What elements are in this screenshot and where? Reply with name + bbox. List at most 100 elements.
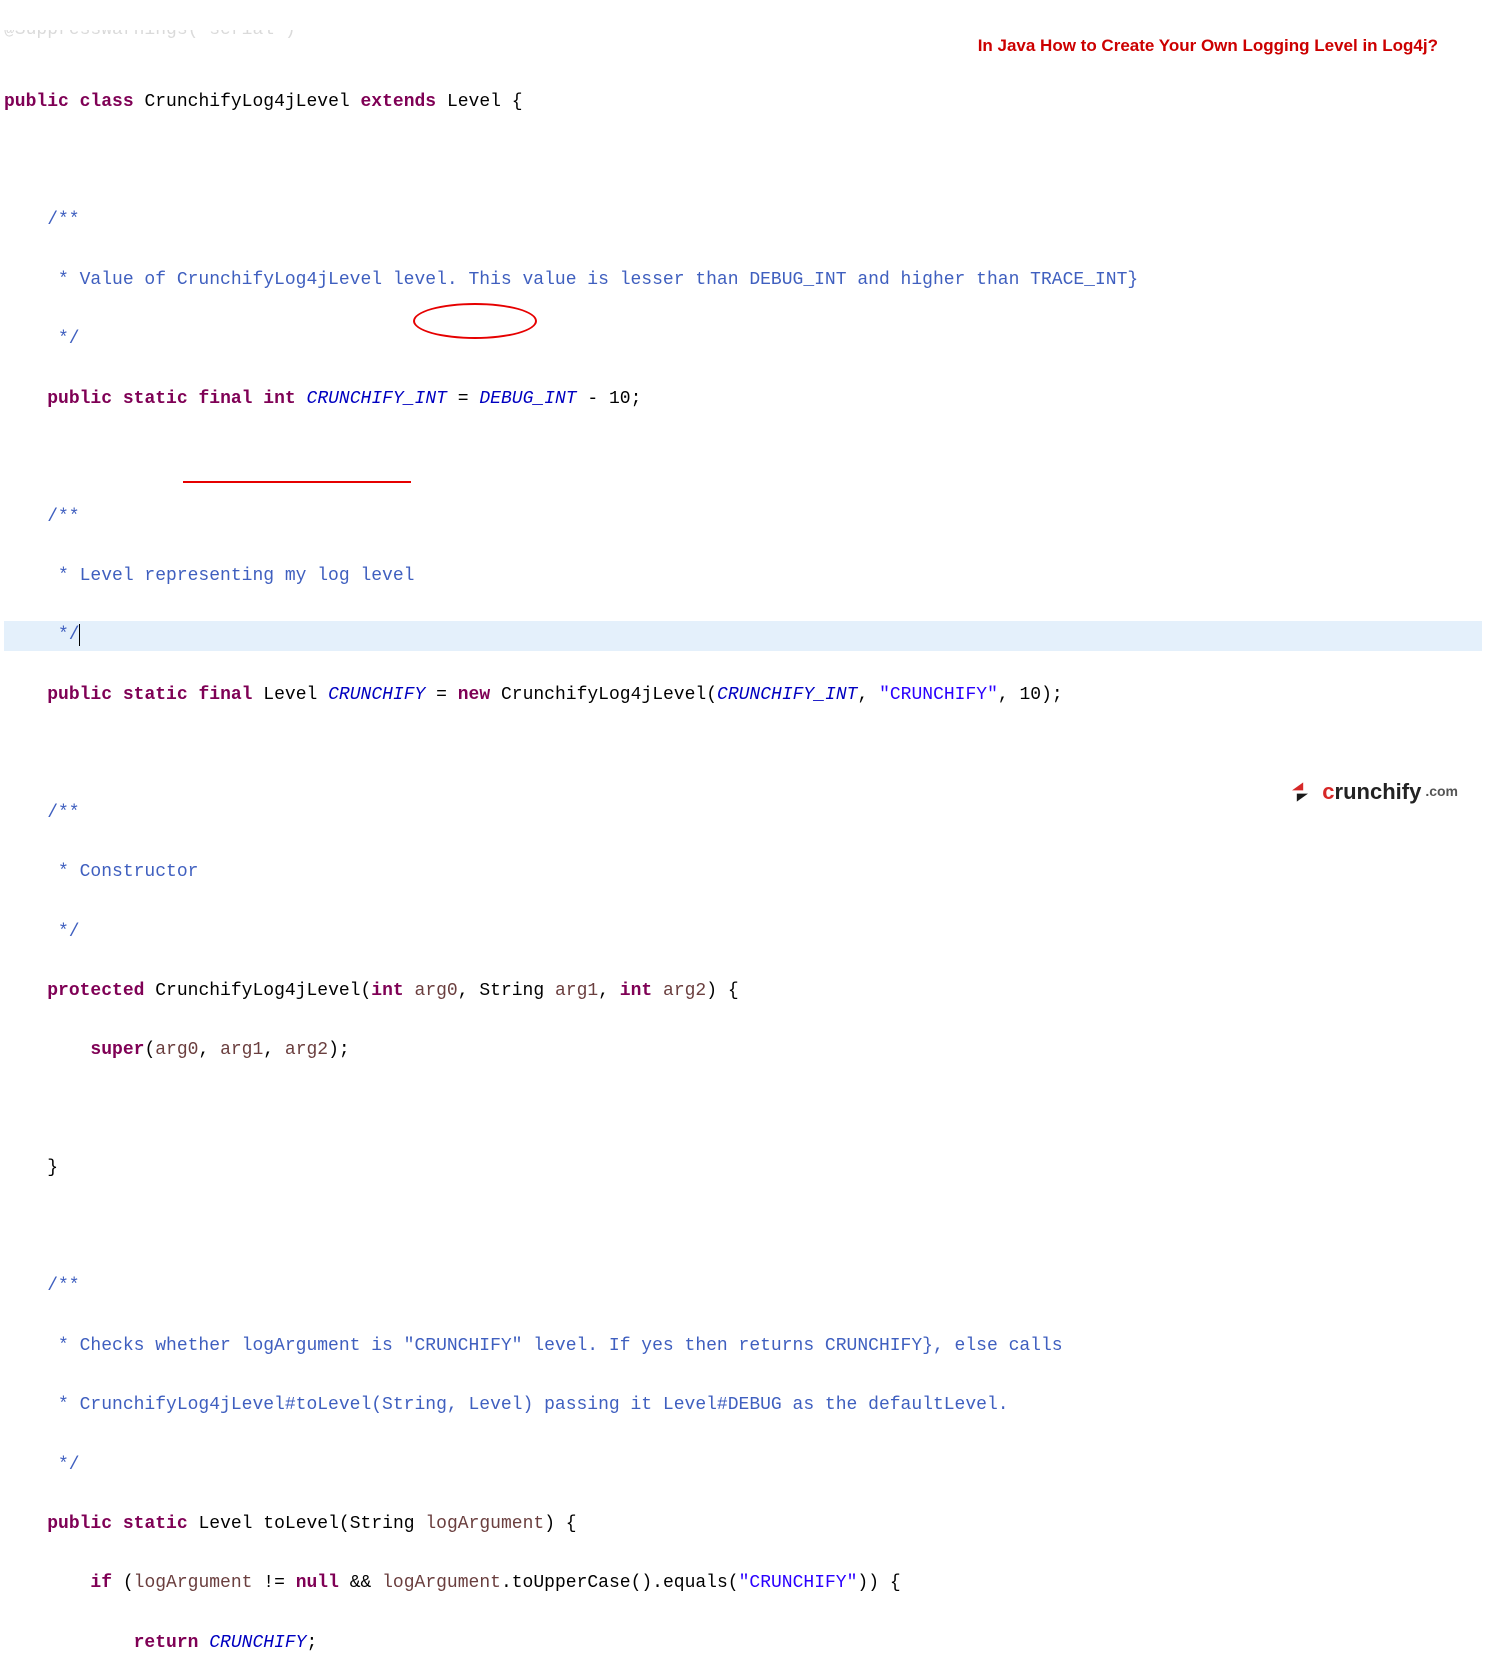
keyword-if: if: [90, 1573, 112, 1593]
arg-string: "CRUNCHIFY": [879, 685, 998, 705]
keyword-return: return: [134, 1633, 199, 1653]
code-line-empty: [4, 444, 1482, 473]
param-type: int: [371, 981, 403, 1001]
code-line: * Level representing my log level: [4, 562, 1482, 592]
annotation-title-text: In Java How to Create Your Own Logging L…: [978, 32, 1438, 60]
var-ref: logArgument: [134, 1573, 253, 1593]
keyword-static: static: [123, 1514, 188, 1534]
keyword-int: int: [263, 389, 295, 409]
field-name-circled: CRUNCHIFY: [328, 685, 425, 705]
method-chain: .toUpperCase().equals(: [501, 1573, 739, 1593]
keyword-public: public: [47, 389, 112, 409]
javadoc-start: /**: [4, 507, 80, 527]
comma: ,: [857, 685, 879, 705]
code-line: * Constructor: [4, 858, 1482, 888]
code-line: }: [4, 1154, 1482, 1184]
arg-number: 10: [1020, 685, 1042, 705]
javadoc-end: */: [4, 922, 80, 942]
comma: ,: [198, 1040, 220, 1060]
paren-open: (: [144, 1040, 155, 1060]
indent: [4, 1514, 47, 1534]
equals: =: [447, 389, 479, 409]
indent: [4, 1040, 90, 1060]
code-line: * Value of CrunchifyLog4jLevel level. Th…: [4, 266, 1482, 296]
javadoc-text: * Checks whether logArgument is "CRUNCHI…: [4, 1336, 1063, 1356]
paren-open: (: [706, 685, 717, 705]
javadoc-text: * Constructor: [4, 862, 198, 882]
not-equals: !=: [252, 1573, 295, 1593]
super-type: Level: [447, 92, 501, 112]
crunchify-logo-icon: [1284, 779, 1316, 805]
code-line: /**: [4, 799, 1482, 829]
logo-text: crunchify: [1322, 774, 1421, 810]
paren-close: );: [328, 1040, 350, 1060]
code-line: return CRUNCHIFY;: [4, 1629, 1482, 1656]
keyword-final: final: [198, 389, 252, 409]
paren-open: (: [360, 981, 371, 1001]
field-ref: CRUNCHIFY: [209, 1633, 306, 1653]
comma: ,: [998, 685, 1020, 705]
paren-close-brace: ) {: [706, 981, 738, 1001]
param-ref: arg1: [220, 1040, 263, 1060]
param-type: String: [350, 1514, 415, 1534]
javadoc-text: * Level representing my log level: [4, 566, 414, 586]
keyword-protected: protected: [47, 981, 144, 1001]
code-editor[interactable]: @SuppressWarnings("serial") public class…: [0, 0, 1486, 1656]
keyword-public: public: [4, 92, 69, 112]
param-name: arg0: [415, 981, 458, 1001]
code-line-empty: [4, 148, 1482, 177]
code-line: */: [4, 325, 1482, 355]
return-type: Level: [198, 1514, 252, 1534]
semicolon: ;: [306, 1633, 317, 1653]
code-line: * Checks whether logArgument is "CRUNCHI…: [4, 1332, 1482, 1362]
paren-open: (: [339, 1514, 350, 1534]
type: Level: [263, 685, 317, 705]
keyword-final: final: [198, 685, 252, 705]
text-cursor: [79, 624, 80, 646]
indent: [4, 1633, 134, 1653]
param-type: String: [479, 981, 544, 1001]
code-line: * CrunchifyLog4jLevel#toLevel(String, Le…: [4, 1391, 1482, 1421]
brace: {: [501, 92, 523, 112]
code-line: */: [4, 918, 1482, 948]
keyword-null: null: [296, 1573, 339, 1593]
logo-text-rest: runchify: [1335, 779, 1422, 804]
indent: [4, 685, 47, 705]
code-line: super(arg0, arg1, arg2);: [4, 1036, 1482, 1066]
param-name: logArgument: [425, 1514, 544, 1534]
string-literal: "CRUNCHIFY": [739, 1573, 858, 1593]
code-line-highlighted: */: [4, 621, 1482, 651]
keyword-super: super: [90, 1040, 144, 1060]
indent: [4, 1573, 90, 1593]
code-line-empty: [4, 740, 1482, 769]
code-line-empty: [4, 1096, 1482, 1125]
equals: =: [425, 685, 457, 705]
javadoc-end: */: [4, 1455, 80, 1475]
constructor-name: CrunchifyLog4jLevel: [155, 981, 360, 1001]
code-line: /**: [4, 503, 1482, 533]
expression-rest: - 10;: [577, 389, 642, 409]
javadoc-start: /**: [4, 210, 80, 230]
logo-suffix: .com: [1425, 780, 1458, 803]
code-line: if (logArgument != null && logArgument.t…: [4, 1569, 1482, 1599]
code-line: public static final int CRUNCHIFY_INT = …: [4, 385, 1482, 415]
comma: ,: [598, 981, 620, 1001]
paren-open: (: [112, 1573, 134, 1593]
comma: ,: [263, 1040, 285, 1060]
param-ref: arg0: [155, 1040, 198, 1060]
param-name: arg1: [555, 981, 598, 1001]
constructor-call: CrunchifyLog4jLevel: [501, 685, 706, 705]
indent: [4, 389, 47, 409]
method-name: toLevel: [263, 1514, 339, 1534]
javadoc-start: /**: [4, 1276, 80, 1296]
and-op: &&: [339, 1573, 382, 1593]
keyword-static: static: [123, 685, 188, 705]
logo: crunchify.com: [1284, 774, 1458, 810]
param-ref: arg2: [285, 1040, 328, 1060]
paren-close-brace: )) {: [857, 1573, 900, 1593]
code-line: */: [4, 1451, 1482, 1481]
code-line: protected CrunchifyLog4jLevel(int arg0, …: [4, 977, 1482, 1007]
code-line: /**: [4, 206, 1482, 236]
code-line: public static Level toLevel(String logAr…: [4, 1510, 1482, 1540]
param-type: int: [620, 981, 652, 1001]
